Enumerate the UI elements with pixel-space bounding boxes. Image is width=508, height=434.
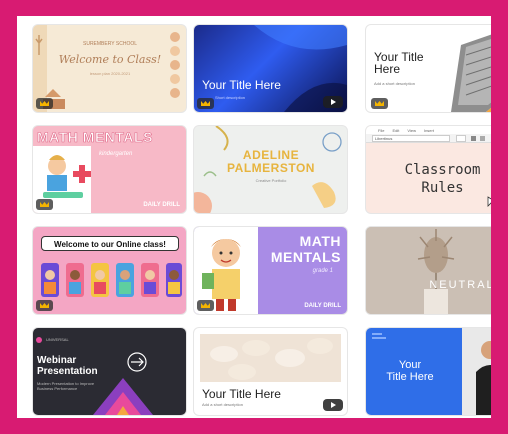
architecture-title: Your Title Here xyxy=(374,50,424,76)
welcome-title: Welcome to Class! xyxy=(58,53,162,66)
webinar-subtitle: Modern Presentation to Improve Business … xyxy=(37,381,95,391)
webinar-title-line1: Webinar xyxy=(37,355,77,366)
dumplings-description: Add a short description xyxy=(202,402,243,407)
classroom-title-line1: Classroom xyxy=(404,162,481,178)
font-size-box[interactable] xyxy=(456,135,466,142)
classroom-title-line2: Rules xyxy=(421,180,464,196)
dumplings-title: Your Title Here xyxy=(202,387,281,401)
welcome-subtitle: lesson plan 2020-2021 xyxy=(89,71,131,76)
editor-menu-bar: File Edit View Insert xyxy=(366,126,491,134)
blue-photo-title-line2: Title Here xyxy=(386,371,434,383)
editor-toolbar: Libertinus xyxy=(366,134,491,143)
portfolio-name-first: ADELINE xyxy=(242,148,300,162)
bold-icon[interactable] xyxy=(471,136,476,141)
math-g1-footer: DAILY DRILL xyxy=(304,303,341,309)
math-g1-subtitle: grade 1 xyxy=(312,268,333,274)
blue-description: Short description xyxy=(215,95,246,100)
math-k-footer: DAILY DRILL xyxy=(143,202,180,208)
template-grid: SUREMBERY SCHOOL Welcome to Class! lesso… xyxy=(17,16,491,418)
play-icon xyxy=(323,399,343,411)
template-card-portfolio[interactable]: ADELINE PALMERSTON Creative Portfolio xyxy=(194,126,347,213)
crown-icon xyxy=(371,98,388,109)
crown-icon xyxy=(36,199,53,210)
template-card-dumplings-title[interactable]: Your Title Here Add a short description xyxy=(194,328,347,415)
math-k-subtitle: kindergarten xyxy=(99,151,133,157)
menu-edit[interactable]: Edit xyxy=(392,128,399,133)
menu-insert[interactable]: Insert xyxy=(424,128,434,133)
webinar-brand: UNIVERSAL xyxy=(46,337,69,342)
menu-file[interactable]: File xyxy=(378,128,384,133)
blue-title: Your Title Here xyxy=(202,78,281,92)
blue-photo-title-line1: Your xyxy=(398,359,422,371)
student-tiles xyxy=(41,263,182,297)
template-card-online-class[interactable]: Welcome to our Online class! xyxy=(33,227,186,314)
template-card-math-mentals-g1[interactable]: MATH MENTALS grade 1 DAILY DRILL xyxy=(194,227,347,314)
cursor-icon xyxy=(487,196,491,207)
template-card-webinar[interactable]: UNIVERSAL Webinar Presentation Modern Pr… xyxy=(33,328,186,415)
math-k-title: MATH MENTALS xyxy=(37,129,153,146)
font-select-value: Libertinus xyxy=(375,136,393,141)
crown-icon xyxy=(197,300,214,311)
math-g1-title-line2: MENTALS xyxy=(270,249,341,265)
template-card-architecture-title[interactable]: Your Title Here Add a short description xyxy=(366,25,491,112)
neutral-title: NEUTRAL xyxy=(429,279,491,291)
crown-icon xyxy=(197,98,214,109)
webinar-title-line2: Presentation xyxy=(37,366,98,377)
math-g1-title-line1: MATH xyxy=(299,233,341,249)
template-card-blue-photo-title[interactable]: Your Title Here xyxy=(366,328,491,415)
welcome-class-decoration xyxy=(33,25,180,112)
template-card-neutral[interactable]: NEUTRAL xyxy=(366,227,491,314)
crown-icon xyxy=(36,98,53,109)
template-card-welcome-class[interactable]: SUREMBERY SCHOOL Welcome to Class! lesso… xyxy=(33,25,186,112)
architecture-description: Add a short description xyxy=(374,81,415,86)
welcome-school-name: SUREMBERY SCHOOL xyxy=(83,41,137,47)
template-card-math-mentals-k[interactable]: MATH MENTALS kindergarten DAILY DRILL xyxy=(33,126,186,213)
crown-icon xyxy=(36,300,53,311)
italic-icon[interactable] xyxy=(480,136,485,141)
font-select[interactable]: Libertinus xyxy=(372,135,450,142)
portfolio-name-last: PALMERSTON xyxy=(227,161,315,175)
play-icon xyxy=(323,96,343,108)
menu-view[interactable]: View xyxy=(407,128,416,133)
template-card-blue-title[interactable]: Your Title Here Short description xyxy=(194,25,347,112)
template-card-classroom-rules[interactable]: File Edit View Insert Libertinus Classro… xyxy=(366,126,491,213)
portfolio-subtitle: Creative Portfolio xyxy=(255,178,287,183)
dried-flower-photo xyxy=(366,227,491,314)
